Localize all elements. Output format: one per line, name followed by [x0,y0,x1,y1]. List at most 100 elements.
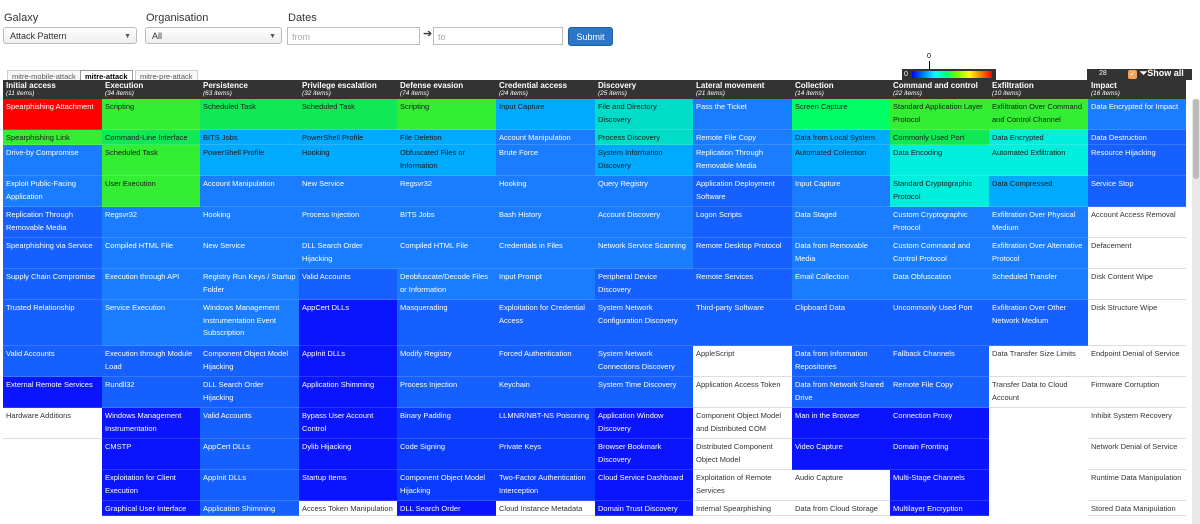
technique-cell[interactable]: Component Object Model Hijacking [200,346,299,377]
technique-cell[interactable]: Service Execution [102,300,200,346]
technique-cell[interactable]: Network Service Scanning [595,238,693,269]
technique-cell[interactable]: Scheduled Task [200,99,299,130]
technique-cell[interactable]: Obfuscated Files or Information [397,145,496,176]
technique-cell[interactable]: Runtime Data Manipulation [1088,470,1186,501]
technique-cell[interactable]: Execution through API [102,269,200,300]
technique-cell[interactable]: Trusted Relationship [3,300,102,346]
technique-cell[interactable]: File and Directory Discovery [595,99,693,130]
technique-cell[interactable]: Spearphishing Link [3,130,102,145]
technique-cell[interactable]: Account Manipulation [200,176,299,207]
technique-cell[interactable]: Keychain [496,377,595,408]
technique-cell[interactable]: Hooking [299,145,397,176]
technique-cell[interactable]: Distributed Component Object Model [693,439,792,470]
technique-cell[interactable]: Data from Local System [792,130,890,145]
technique-cell[interactable]: Scripting [397,99,496,130]
technique-cell[interactable]: AppCert DLLs [299,300,397,346]
technique-cell[interactable]: Brute Force [496,145,595,176]
technique-cell[interactable]: PowerShell Profile [299,130,397,145]
technique-cell[interactable]: Scripting [102,99,200,130]
technique-cell[interactable]: Private Keys [496,439,595,470]
technique-cell[interactable]: Resource Hijacking [1088,145,1186,176]
technique-cell[interactable]: Component Object Model and Distributed C… [693,408,792,439]
technique-cell[interactable]: Exploitation for Credential Access [496,300,595,346]
technique-cell[interactable]: Disk Content Wipe [1088,269,1186,300]
technique-cell[interactable]: Defacement [1088,238,1186,269]
technique-cell[interactable]: LLMNR/NBT-NS Poisoning [496,408,595,439]
technique-cell[interactable]: Bash History [496,207,595,238]
scrollbar-thumb[interactable] [1193,99,1199,179]
technique-cell[interactable]: Pass the Ticket [693,99,792,130]
technique-cell[interactable]: Valid Accounts [3,346,102,377]
technique-cell[interactable]: System Network Connections Discovery [595,346,693,377]
technique-cell[interactable]: Windows Management Instrumentation Event… [200,300,299,346]
technique-cell[interactable]: Drive-by Compromise [3,145,102,176]
technique-cell[interactable]: Custom Command and Control Protocol [890,238,989,269]
technique-cell[interactable]: System Information Discovery [595,145,693,176]
technique-cell[interactable]: Uncommonly Used Port [890,300,989,346]
technique-cell[interactable]: Exploitation of Remote Services [693,470,792,501]
show-all-checkbox[interactable]: ✓ [1128,70,1137,79]
technique-cell[interactable]: Two-Factor Authentication Interception [496,470,595,501]
technique-cell[interactable]: Domain Fronting [890,439,989,470]
technique-cell[interactable]: Process Injection [299,207,397,238]
technique-cell[interactable]: Input Capture [792,176,890,207]
technique-cell[interactable]: Man in the Browser [792,408,890,439]
technique-cell[interactable]: Screen Capture [792,99,890,130]
technique-cell[interactable]: File Deletion [397,130,496,145]
technique-cell[interactable]: New Service [299,176,397,207]
technique-cell[interactable]: Application Deployment Software [693,176,792,207]
date-from-input[interactable]: from [287,27,420,45]
technique-cell[interactable]: Email Collection [792,269,890,300]
technique-cell[interactable]: Dylib Hijacking [299,439,397,470]
technique-cell[interactable]: Application Shimming [200,501,299,516]
technique-cell[interactable]: Multi-Stage Channels [890,470,989,501]
technique-cell[interactable]: Startup Items [299,470,397,501]
technique-cell[interactable]: Access Token Manipulation [299,501,397,516]
technique-cell[interactable]: Disk Structure Wipe [1088,300,1186,346]
technique-cell[interactable]: AppInit DLLs [299,346,397,377]
technique-cell[interactable]: Scheduled Task [102,145,200,176]
technique-cell[interactable]: Connection Proxy [890,408,989,439]
technique-cell[interactable]: External Remote Services [3,377,102,408]
technique-cell[interactable]: Valid Accounts [200,408,299,439]
technique-cell[interactable]: Application Shimming [299,377,397,408]
technique-cell[interactable]: Replication Through Removable Media [693,145,792,176]
technique-cell[interactable]: Input Capture [496,99,595,130]
technique-cell[interactable]: Rundll32 [102,377,200,408]
technique-cell[interactable]: Data Staged [792,207,890,238]
show-all-toggle[interactable]: ⏷Show all [1140,68,1184,79]
technique-cell[interactable]: Commonly Used Port [890,130,989,145]
technique-cell[interactable]: Audio Capture [792,470,890,501]
technique-cell[interactable]: PowerShell Profile [200,145,299,176]
technique-cell[interactable]: Stored Data Manipulation [1088,501,1186,516]
technique-cell[interactable]: Windows Management Instrumentation [102,408,200,439]
technique-cell[interactable]: System Network Configuration Discovery [595,300,693,346]
technique-cell[interactable]: Domain Trust Discovery [595,501,693,516]
technique-cell[interactable]: Command-Line Interface [102,130,200,145]
technique-cell[interactable]: Third-party Software [693,300,792,346]
technique-cell[interactable]: Graphical User Interface [102,501,200,516]
technique-cell[interactable]: Exfiltration Over Physical Medium [989,207,1088,238]
technique-cell[interactable]: Exploitation for Client Execution [102,470,200,501]
technique-cell[interactable]: Video Capture [792,439,890,470]
technique-cell[interactable]: Component Object Model Hijacking [397,470,496,501]
technique-cell[interactable]: Internal Spearphishing [693,501,792,516]
technique-cell[interactable]: Bypass User Account Control [299,408,397,439]
technique-cell[interactable]: Query Registry [595,176,693,207]
technique-cell[interactable]: Valid Accounts [299,269,397,300]
technique-cell[interactable]: Remote File Copy [890,377,989,408]
technique-cell[interactable]: Data Destruction [1088,130,1186,145]
technique-cell[interactable]: Modify Registry [397,346,496,377]
technique-cell[interactable]: Clipboard Data [792,300,890,346]
technique-cell[interactable]: Replication Through Removable Media [3,207,102,238]
technique-cell[interactable]: Compiled HTML File [102,238,200,269]
technique-cell[interactable]: Remote File Copy [693,130,792,145]
technique-cell[interactable]: Standard Cryptographic Protocol [890,176,989,207]
technique-cell[interactable]: Hooking [200,207,299,238]
technique-cell[interactable]: Account Manipulation [496,130,595,145]
technique-cell[interactable]: Automated Exfiltration [989,145,1088,176]
technique-cell[interactable]: AppInit DLLs [200,470,299,501]
technique-cell[interactable]: Input Prompt [496,269,595,300]
technique-cell[interactable]: System Time Discovery [595,377,693,408]
technique-cell[interactable]: Registry Run Keys / Startup Folder [200,269,299,300]
